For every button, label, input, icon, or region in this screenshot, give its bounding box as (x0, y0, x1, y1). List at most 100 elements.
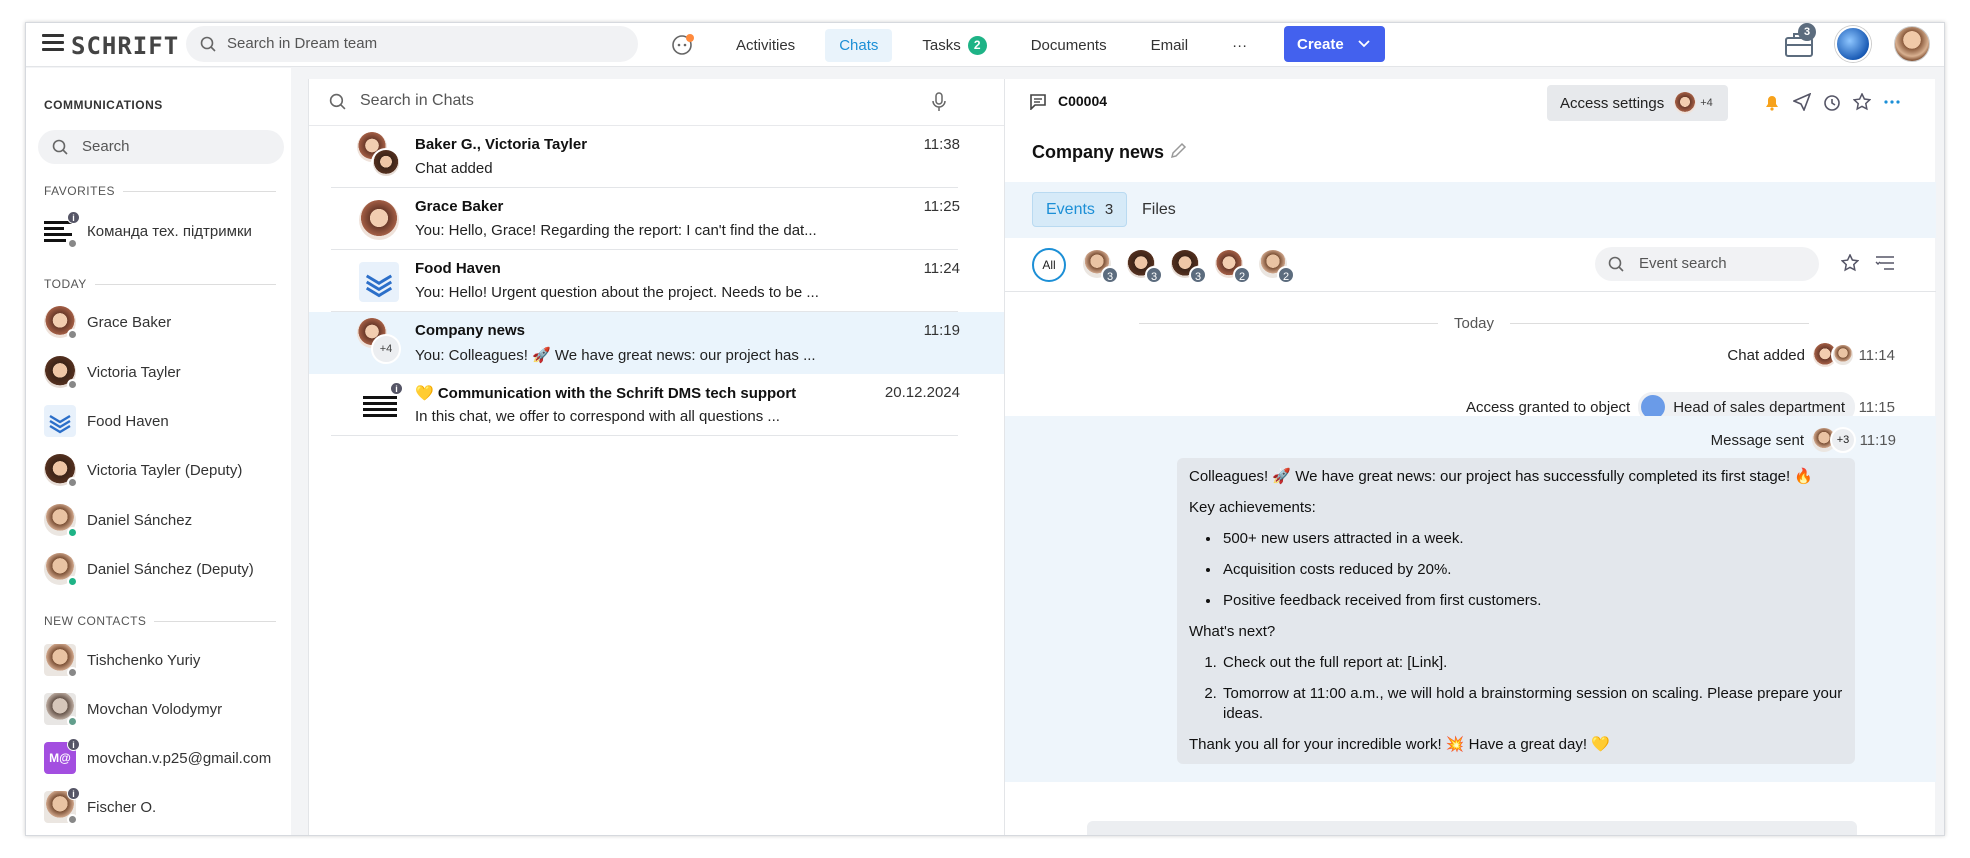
chat-row[interactable]: i 💛 Communication with the Schrift DMS t… (309, 374, 1014, 436)
status-dot (67, 576, 78, 587)
tab-files-label: Files (1142, 200, 1176, 218)
sidebar-item-food-haven[interactable]: Food Haven (44, 404, 284, 438)
workspace-avatar[interactable] (1835, 26, 1871, 62)
event-time: 11:15 (1858, 398, 1895, 416)
edit-pencil-icon[interactable] (1169, 142, 1187, 160)
app-logo[interactable]: SCHRIFT (71, 32, 179, 60)
participant-filter[interactable]: 3 (1127, 250, 1163, 284)
event-text: Chat added (1727, 346, 1805, 364)
participant-count: 2 (1277, 266, 1295, 284)
participant-filter[interactable]: 2 (1259, 250, 1295, 284)
status-dot (67, 238, 78, 249)
nav-documents[interactable]: Documents (1017, 29, 1121, 62)
menu-icon[interactable] (42, 34, 64, 52)
chat-row[interactable]: Baker G., Victoria Tayler Chat added 11:… (309, 126, 1014, 188)
tasks-count-badge: 2 (967, 35, 987, 55)
chat-name: 💛 Communication with the Schrift DMS tec… (415, 385, 797, 402)
participant-filter[interactable]: 3 (1171, 250, 1207, 284)
star-icon[interactable] (1853, 93, 1871, 111)
participant-filter[interactable]: 3 (1083, 250, 1119, 284)
pane-tabs: Events 3 Files (1005, 182, 1936, 238)
chat-row[interactable]: Food Haven You: Hello! Urgent question a… (309, 250, 1014, 312)
chat-row-selected[interactable]: +4 Company news You: Colleagues! 🚀 We ha… (309, 312, 1014, 374)
sidebar-item-movchan-volodymyr[interactable]: Movchan Volodymyr (44, 692, 284, 727)
department-chip-label: Head of sales department (1673, 398, 1845, 416)
status-dot (67, 329, 78, 340)
sidebar-item-label: Victoria Tayler (87, 363, 181, 381)
status-dot (67, 527, 78, 538)
info-icon: i (67, 211, 80, 224)
event-row: Message sent +3 11:19 (1711, 427, 1896, 453)
chat-search-placeholder: Search in Chats (360, 92, 474, 109)
global-search-input[interactable]: Search in Dream team (186, 26, 638, 62)
sidebar-search-input[interactable]: Search (38, 130, 284, 164)
access-extra-count: +4 (1700, 97, 1713, 109)
support-logo-icon: i (359, 382, 403, 426)
ai-assistant-icon[interactable] (671, 33, 695, 57)
more-menu-button[interactable]: ··· (1218, 29, 1261, 62)
event-time: 11:14 (1858, 346, 1895, 364)
search-icon (329, 93, 346, 110)
recipients-extra-count: +3 (1830, 427, 1856, 453)
access-settings-button[interactable]: Access settings +4 (1547, 85, 1728, 121)
filter-all-button[interactable]: All (1032, 248, 1066, 282)
user-avatar[interactable] (1894, 26, 1930, 62)
bell-icon[interactable] (1763, 93, 1781, 111)
status-dot (67, 379, 78, 390)
info-icon: i (67, 738, 80, 751)
sidebar-item-grace-baker[interactable]: Grace Baker (44, 305, 284, 340)
list-item: Acquisition costs reduced by 20%. (1221, 560, 1843, 580)
tab-files[interactable]: Files (1129, 192, 1189, 227)
more-dots-icon[interactable] (1883, 93, 1901, 111)
list-item: 500+ new users attracted in a week. (1221, 529, 1843, 549)
message-bubble[interactable]: Colleagues! 🚀 We have great news: our pr… (1177, 458, 1855, 764)
nav-chats[interactable]: Chats (825, 28, 893, 62)
global-search-placeholder: Search in Dream team (227, 35, 378, 52)
participant-count: 3 (1101, 266, 1119, 284)
chat-name: Company news (415, 322, 526, 339)
sidebar-item-victoria-tayler[interactable]: Victoria Tayler (44, 355, 284, 390)
sidebar-item-label: Grace Baker (87, 313, 172, 331)
sidebar-item-victoria-tayler-deputy[interactable]: Victoria Tayler (Deputy) (44, 453, 284, 488)
filter-actions (1841, 254, 1895, 272)
list-item: Tomorrow at 11:00 a.m., we will hold a b… (1221, 684, 1843, 724)
sidebar-item-tishchenko-yuriy[interactable]: Tishchenko Yuriy (44, 643, 284, 678)
filter-list-icon[interactable] (1875, 254, 1895, 272)
participant-filter[interactable]: 2 (1215, 250, 1251, 284)
sidebar-item-daniel-sanchez-deputy[interactable]: Daniel Sánchez (Deputy) (44, 552, 284, 587)
nav-tasks[interactable]: Tasks 2 (908, 28, 1000, 63)
avatar (359, 200, 399, 240)
tab-events[interactable]: Events 3 (1032, 192, 1128, 227)
sidebar-title: COMMUNICATIONS (44, 98, 163, 112)
chat-row[interactable]: Grace Baker You: Hello, Grace! Regarding… (309, 188, 1014, 250)
send-icon[interactable] (1793, 93, 1811, 111)
chat-detail-pane: C00004 Access settings +4 Company news E… (1004, 79, 1936, 835)
sidebar-item-fischer-o[interactable]: i Fischer O. (44, 787, 284, 825)
chat-actions (1763, 93, 1901, 111)
create-button[interactable]: Create (1284, 26, 1385, 62)
avatar-initials: M@ (49, 751, 71, 765)
nav-tasks-label: Tasks (922, 36, 961, 54)
chat-search-input[interactable]: Search in Chats (309, 79, 1014, 126)
sidebar-item-support-team[interactable]: i Команда тех. підтримки (44, 211, 284, 249)
today-header: TODAY (44, 277, 276, 291)
sidebar-item-label: Movchan Volodymyr (87, 700, 223, 718)
next-steps-list: Check out the full report at: [Link]. To… (1221, 653, 1843, 724)
favorites-header: FAVORITES (44, 184, 276, 198)
alarm-clock-icon[interactable] (1823, 93, 1841, 111)
star-icon[interactable] (1841, 254, 1859, 272)
nav-email[interactable]: Email (1137, 29, 1203, 62)
sidebar-item-movchan-email[interactable]: M@ i movchan.v.p25@gmail.com (44, 738, 284, 775)
sidebar-item-daniel-sanchez[interactable]: Daniel Sánchez (44, 503, 284, 538)
nav-documents-label: Documents (1030, 36, 1107, 54)
nav-activities[interactable]: Activities (722, 29, 809, 62)
message-composer[interactable] (1087, 821, 1857, 835)
microphone-icon[interactable] (932, 92, 946, 112)
avatar (44, 553, 78, 587)
achievements-list: 500+ new users attracted in a week. Acqu… (1221, 529, 1843, 611)
event-search-input[interactable]: Event search (1595, 247, 1819, 281)
participant-count: 3 (1189, 266, 1207, 284)
sidebar-item-label: movchan.v.p25@gmail.com (87, 749, 272, 767)
chat-time: 11:19 (923, 322, 960, 339)
nav-chats-label: Chats (839, 36, 879, 54)
